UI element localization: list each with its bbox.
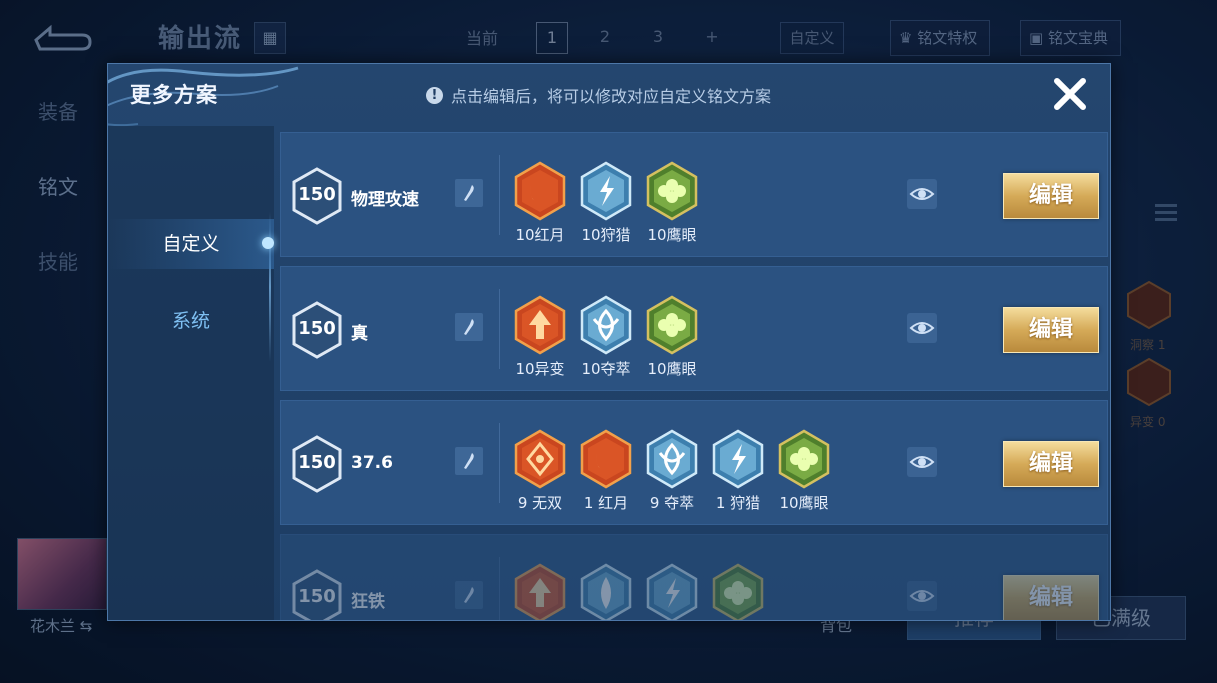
scheme-name: 物理攻速 [351, 190, 419, 210]
scheme-level: 150 [298, 184, 336, 205]
row-divider [499, 423, 500, 503]
nav-tab-custom[interactable]: 自定义 [108, 219, 274, 269]
edit-button[interactable]: 编辑 [1003, 173, 1099, 219]
rune-bolt-icon [711, 429, 765, 489]
scheme-name: 狂铁 [351, 592, 385, 612]
rune-label: 9 夺萃 [649, 494, 695, 512]
rename-button[interactable] [455, 447, 483, 475]
pencil-icon [464, 319, 474, 335]
pencil-icon [464, 185, 474, 201]
scheme-row: 150 37.6 编辑 9 无双 1 红月 9 夺萃 1 狩猎 10鹰眼 [280, 400, 1108, 525]
rune-label: 1 红月 [583, 494, 629, 512]
edit-button[interactable]: 编辑 [1003, 575, 1099, 620]
rename-button[interactable] [455, 581, 483, 609]
nav-tab-system[interactable]: 系统 [108, 296, 274, 346]
rune-moon-icon [579, 429, 633, 489]
rune-clover-icon [711, 563, 765, 620]
rune-label: 10鹰眼 [647, 226, 697, 244]
rune-knot-icon [645, 429, 699, 489]
eye-icon [909, 188, 935, 200]
rune-moon-icon [513, 161, 567, 221]
scheme-row: 150 真 编辑 10异变 10夺萃 10鹰眼 [280, 266, 1108, 391]
rune-clover-icon [645, 161, 699, 221]
rune-label: 10狩猎 [581, 226, 631, 244]
rune-diamond-icon [513, 429, 567, 489]
rune-bolt-icon [579, 161, 633, 221]
rune-label: 10鹰眼 [779, 494, 829, 512]
preview-button[interactable] [907, 313, 937, 343]
rune-label: 9 无双 [517, 494, 563, 512]
eye-icon [909, 456, 935, 468]
rune-clover-icon [777, 429, 831, 489]
scheme-level: 150 [298, 452, 336, 473]
rune-label: 10异变 [515, 360, 565, 378]
scheme-level: 150 [298, 318, 336, 339]
edit-button[interactable]: 编辑 [1003, 307, 1099, 353]
dialog-header: 更多方案 ! 点击编辑后，将可以修改对应自定义铭文方案 [108, 64, 1110, 127]
edit-hint-text: 点击编辑后，将可以修改对应自定义铭文方案 [451, 87, 772, 106]
rune-label: 1 狩猎 [715, 494, 761, 512]
rune-label: 10红月 [515, 226, 565, 244]
row-divider [499, 289, 500, 369]
preview-button[interactable] [907, 581, 937, 611]
scheme-category-nav: 自定义 系统 [108, 126, 274, 620]
pencil-icon [464, 453, 474, 469]
more-schemes-dialog: 更多方案 ! 点击编辑后，将可以修改对应自定义铭文方案 自定义 系统 150 物… [107, 63, 1111, 621]
edit-button[interactable]: 编辑 [1003, 441, 1099, 487]
rename-button[interactable] [455, 179, 483, 207]
pencil-icon [464, 587, 474, 603]
rune-label: 10夺萃 [581, 360, 631, 378]
eye-icon [909, 322, 935, 334]
row-divider [499, 155, 500, 235]
preview-button[interactable] [907, 447, 937, 477]
rune-knot-icon [579, 295, 633, 355]
rune-arrow-icon [513, 563, 567, 620]
scheme-name: 真 [351, 324, 368, 344]
scheme-name: 37.6 [351, 453, 393, 473]
rune-bolt-icon [645, 563, 699, 620]
row-divider [499, 557, 500, 620]
scheme-row: 150 狂铁 编辑 [280, 534, 1108, 620]
scheme-row: 150 物理攻速 编辑 10红月 10狩猎 10鹰眼 [280, 132, 1108, 257]
rune-leaf-icon [579, 563, 633, 620]
nav-active-indicator [262, 237, 274, 249]
rune-arrow-icon [513, 295, 567, 355]
eye-icon [909, 590, 935, 602]
preview-button[interactable] [907, 179, 937, 209]
scheme-level: 150 [298, 586, 336, 607]
info-icon: ! [426, 86, 443, 104]
scheme-list: 150 物理攻速 编辑 10红月 10狩猎 10鹰眼 150 真 编辑 10异变… [280, 132, 1108, 620]
rune-clover-icon [645, 295, 699, 355]
rune-label: 10鹰眼 [647, 360, 697, 378]
close-icon[interactable] [1050, 74, 1090, 114]
edit-hint: ! 点击编辑后，将可以修改对应自定义铭文方案 [426, 83, 771, 107]
dialog-title: 更多方案 [130, 83, 218, 107]
rename-button[interactable] [455, 313, 483, 341]
